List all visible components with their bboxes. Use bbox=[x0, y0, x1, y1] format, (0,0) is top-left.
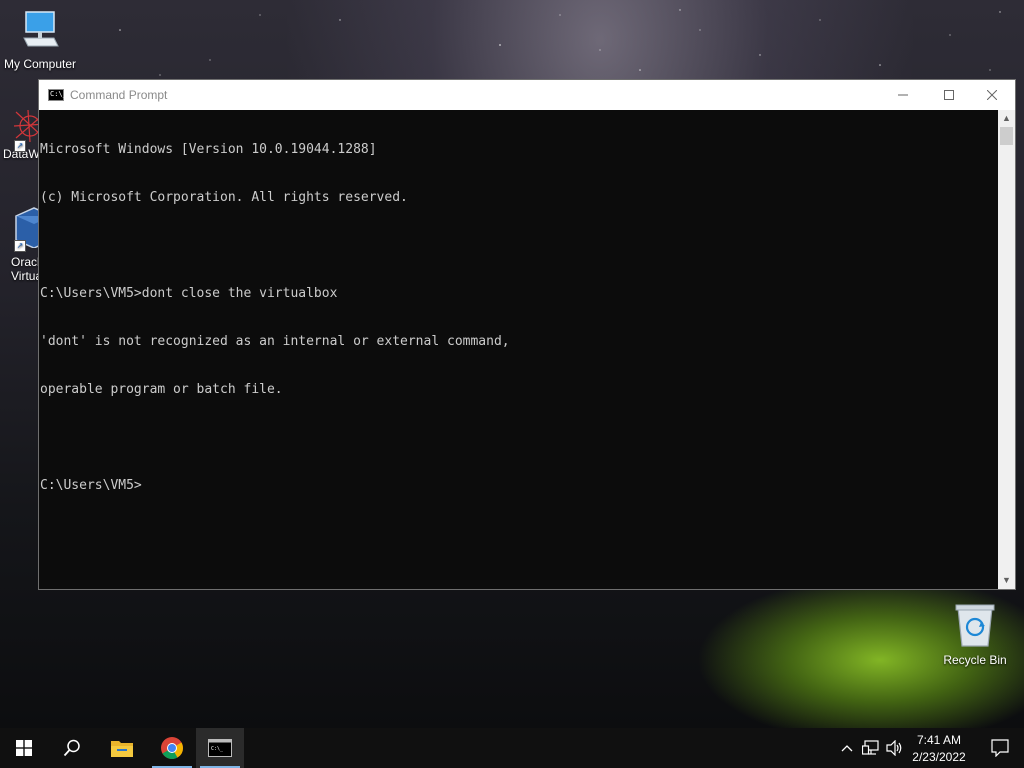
scroll-down-arrow-icon[interactable]: ▼ bbox=[998, 572, 1015, 589]
file-explorer-button[interactable] bbox=[98, 728, 146, 768]
notification-icon bbox=[991, 739, 1009, 757]
console-line: operable program or batch file. bbox=[40, 382, 283, 397]
desktop-icon-recycle-bin[interactable]: Recycle Bin bbox=[935, 602, 1015, 667]
volume-button[interactable] bbox=[884, 728, 906, 768]
command-prompt-window[interactable]: C:\_ Command Prompt Microsoft Windows [V… bbox=[38, 79, 1016, 590]
command-prompt-taskbar-button[interactable]: C:\_ bbox=[196, 728, 244, 768]
clock-time: 7:41 AM bbox=[916, 732, 962, 747]
network-button[interactable] bbox=[860, 728, 882, 768]
recycle-bin-icon bbox=[955, 604, 995, 647]
shortcut-arrow-icon: ↗ bbox=[14, 140, 26, 152]
window-title: Command Prompt bbox=[70, 88, 168, 102]
console-line: (c) Microsoft Corporation. All rights re… bbox=[40, 190, 408, 205]
console-prompt-line[interactable]: C:\Users\VM5> bbox=[40, 478, 999, 494]
shortcut-arrow-icon: ↗ bbox=[14, 240, 26, 252]
console-line: 'dont' is not recognized as an internal … bbox=[40, 334, 510, 349]
console-output[interactable]: Microsoft Windows [Version 10.0.19044.12… bbox=[39, 110, 999, 589]
taskbar: C:\_ 7:41 AM 2/23/2022 bbox=[0, 728, 1024, 768]
desktop-icon-my-computer[interactable]: My Computer bbox=[0, 8, 80, 71]
minimize-icon bbox=[898, 94, 908, 96]
scroll-up-arrow-icon[interactable]: ▲ bbox=[998, 110, 1015, 127]
chrome-icon bbox=[161, 737, 183, 759]
minimize-button[interactable] bbox=[880, 80, 926, 110]
command-prompt-icon: C:\_ bbox=[208, 739, 232, 757]
desktop-icon-label-line2: Virtua bbox=[11, 269, 43, 283]
chrome-button[interactable] bbox=[148, 728, 196, 768]
console-line: C:\Users\VM5>dont close the virtualbox bbox=[40, 286, 338, 301]
chevron-up-icon bbox=[841, 745, 853, 752]
close-button[interactable] bbox=[969, 80, 1015, 110]
speaker-icon bbox=[886, 740, 902, 756]
desktop-icon-label: My Computer bbox=[3, 57, 77, 71]
clock[interactable]: 7:41 AM 2/23/2022 bbox=[908, 728, 970, 768]
start-icon bbox=[16, 740, 32, 756]
file-explorer-icon bbox=[111, 741, 133, 757]
svg-text:C:\_: C:\_ bbox=[211, 746, 224, 752]
window-titlebar[interactable]: C:\_ Command Prompt bbox=[39, 80, 1015, 110]
monitor-icon bbox=[23, 11, 59, 47]
clock-date: 2/23/2022 bbox=[912, 749, 966, 764]
desktop-icon-virtualbox[interactable]: ↗ Oracl Virtua bbox=[0, 206, 53, 283]
vertical-scrollbar[interactable]: ▲ ▼ bbox=[998, 110, 1015, 589]
start-button[interactable] bbox=[0, 728, 48, 768]
close-icon bbox=[987, 90, 997, 100]
scrollbar-thumb[interactable] bbox=[1000, 127, 1013, 145]
console-line: Microsoft Windows [Version 10.0.19044.12… bbox=[40, 142, 377, 157]
network-icon bbox=[862, 740, 879, 755]
maximize-icon bbox=[944, 90, 954, 100]
maximize-button[interactable] bbox=[926, 80, 972, 110]
command-prompt-icon: C:\_ bbox=[48, 89, 67, 101]
action-center-button[interactable] bbox=[976, 728, 1024, 768]
desktop-icon-label: Oracl bbox=[11, 255, 40, 269]
search-button[interactable] bbox=[48, 728, 96, 768]
search-icon bbox=[63, 739, 80, 757]
desktop-icon-label: Recycle Bin bbox=[943, 653, 1007, 667]
show-hidden-icons-button[interactable] bbox=[836, 728, 858, 768]
